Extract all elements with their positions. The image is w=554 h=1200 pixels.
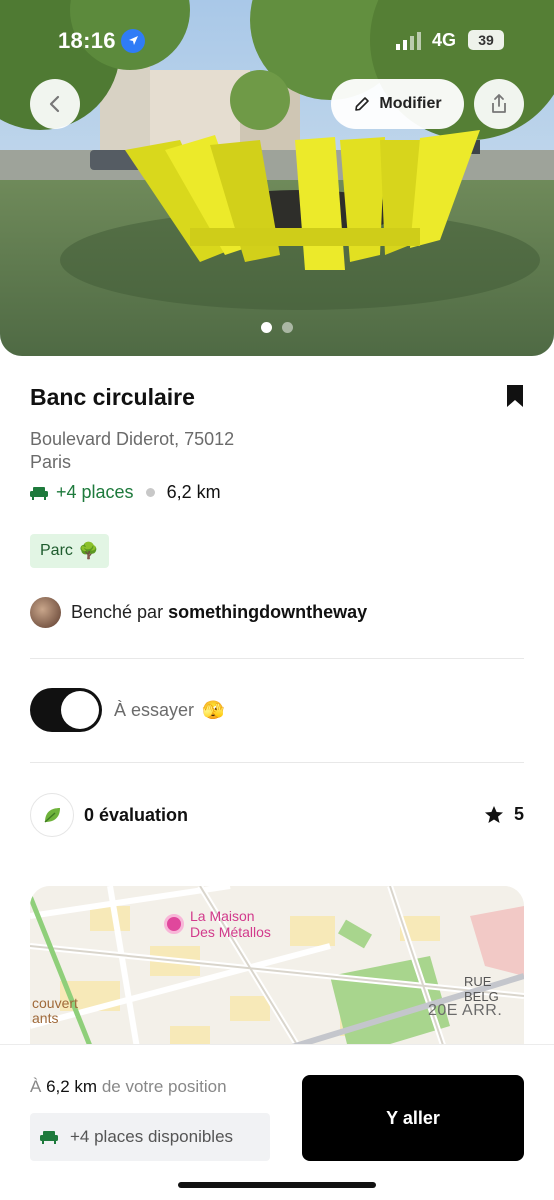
bench-meta: +4 places 6,2 km [30, 482, 221, 503]
author-text: Benché par somethingdowntheway [71, 602, 367, 623]
bench-address: Boulevard Diderot, 75012 Paris [30, 428, 330, 474]
back-button[interactable] [30, 79, 80, 129]
share-button[interactable] [474, 79, 524, 129]
location-arrow-icon [121, 29, 145, 53]
battery-icon: 39 [468, 30, 504, 50]
position-prefix: À [30, 1077, 42, 1096]
position-suffix: de votre position [101, 1077, 227, 1096]
go-button[interactable]: Y aller [302, 1075, 524, 1161]
share-icon [492, 94, 506, 113]
rating-score: 5 [484, 804, 524, 825]
leaf-icon [30, 793, 74, 837]
carousel-dot[interactable] [282, 322, 293, 333]
available-places-label: +4 places disponibles [70, 1127, 234, 1146]
author-prefix: Benché par [71, 602, 164, 622]
home-indicator [178, 1182, 376, 1188]
carousel-dots [0, 322, 554, 333]
divider [30, 658, 524, 659]
author-name: somethingdowntheway [168, 602, 368, 622]
map-poi[interactable]: La Maison Des Métallos [164, 908, 271, 940]
poi-name-line-1: La Maison [190, 908, 255, 924]
poi-name-line-2: Des Métallos [190, 924, 271, 940]
map-edge-label-line-1: couvert [32, 995, 78, 1011]
signal-icon [396, 32, 424, 55]
location-map[interactable]: La Maison Des Métallos RUE BELG 20E ARR.… [30, 886, 524, 1066]
divider [30, 762, 524, 763]
available-places-badge: +4 places disponibles [30, 1113, 270, 1161]
tag-label: Parc [40, 542, 73, 559]
to-try-text: À essayer [114, 699, 195, 720]
places-label: +4 places [56, 482, 134, 502]
pencil-icon [355, 97, 370, 111]
score-value: 5 [513, 804, 524, 824]
status-time: 18:16 [58, 28, 116, 53]
status-bar: 18:16 4G 39 [0, 28, 554, 58]
address-line-1: Boulevard Diderot, 75012 [30, 429, 235, 449]
rating-row[interactable]: 0 évaluation 5 [30, 792, 524, 838]
bench-title: Banc circulaire [30, 384, 195, 410]
carousel-dot-active[interactable] [261, 322, 272, 333]
map-tiles [30, 886, 524, 1066]
to-try-row[interactable]: À essayer 🫣 [30, 688, 224, 732]
tree-icon: 🌳 [78, 543, 99, 560]
toggle-knob [61, 691, 99, 729]
star-icon [484, 805, 503, 823]
network-type: 4G [432, 30, 457, 50]
rating-count: 0 évaluation [84, 804, 189, 825]
avatar [30, 597, 61, 628]
to-try-label: À essayer 🫣 [114, 700, 224, 721]
position-distance: À 6,2 km de votre position [30, 1077, 227, 1097]
places-count: +4 places [30, 482, 134, 503]
meta-separator [145, 488, 155, 497]
sofa-icon [30, 486, 48, 500]
distance-label: 6,2 km [166, 482, 221, 502]
poi-pin-icon [164, 914, 184, 934]
map-street-label: RUE BELG [464, 974, 499, 1004]
bookmark-button[interactable] [506, 384, 524, 413]
bottom-bar: À 6,2 km de votre position +4 places dis… [0, 1044, 554, 1200]
poi-name: La Maison Des Métallos [190, 908, 271, 940]
map-edge-label: couvert ants [32, 996, 78, 1026]
sofa-icon [40, 1131, 58, 1144]
to-try-toggle[interactable] [30, 688, 102, 732]
author-row[interactable]: Benché par somethingdowntheway [30, 597, 367, 628]
map-edge-label-line-2: ants [32, 1010, 59, 1026]
edit-button-label: Modifier [379, 95, 442, 112]
bookmark-icon [507, 385, 523, 407]
bench-photo-carousel[interactable]: 18:16 4G 39 Modifier [0, 0, 554, 356]
address-line-2: Paris [30, 452, 72, 472]
peeking-face-icon: 🫣 [202, 699, 225, 720]
category-tag: Parc 🌳 [30, 534, 109, 568]
chevron-left-icon [49, 95, 60, 113]
map-district-label: 20E ARR. [428, 1002, 503, 1019]
position-distance-value: 6,2 km [46, 1077, 98, 1096]
edit-button[interactable]: Modifier [331, 79, 464, 129]
